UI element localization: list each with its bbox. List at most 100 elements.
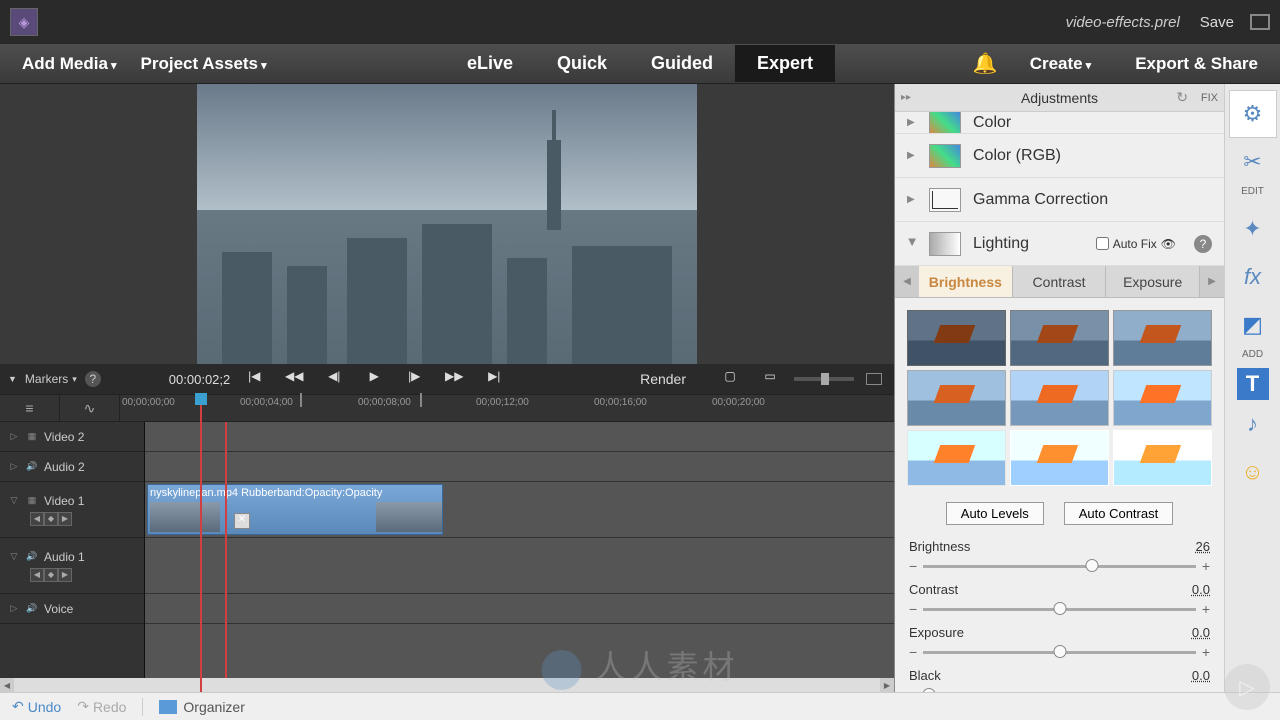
track-lane-voice[interactable] — [145, 594, 894, 624]
auto-contrast-button[interactable]: Auto Contrast — [1064, 502, 1174, 525]
fx-star-icon[interactable]: ✦ — [1229, 205, 1277, 253]
fx-badge-icon[interactable]: ✕ — [234, 513, 250, 529]
auto-fix-checkbox[interactable]: Auto Fix 👁 — [1096, 237, 1176, 251]
timeline-tool-sliders-icon[interactable]: ≡ — [0, 395, 60, 421]
brightness-slider[interactable] — [923, 565, 1196, 568]
redo-button[interactable]: ↷ Redo — [77, 698, 126, 715]
export-share-button[interactable]: Export & Share — [1123, 54, 1270, 74]
adjust-tool-icon[interactable]: ⚙ — [1229, 90, 1277, 138]
keyframe-prev-icon[interactable]: ◀ — [30, 568, 44, 582]
keyframe-prev-icon[interactable]: ◀ — [30, 512, 44, 526]
black-value[interactable]: 0.0 — [1192, 668, 1210, 683]
step-forward-icon[interactable]: |▶ — [402, 369, 426, 389]
track-header-audio1[interactable]: ▽ 🔊 Audio 1 ◀ ◆ ▶ — [0, 538, 144, 594]
help-icon[interactable]: ? — [1194, 235, 1212, 253]
panel-collapse-icon[interactable]: ▸▸ — [901, 92, 911, 103]
track-header-audio2[interactable]: ▷ 🔊 Audio 2 — [0, 452, 144, 482]
next-frame-icon[interactable]: ▶▶ — [442, 369, 466, 389]
sub-tab-exposure[interactable]: Exposure — [1106, 266, 1200, 297]
track-header-video1[interactable]: ▽ ▦ Video 1 ◀ ◆ ▶ — [0, 482, 144, 538]
fullframe-icon[interactable] — [866, 373, 882, 385]
track-header-voice[interactable]: ▷ 🔊 Voice — [0, 594, 144, 624]
preset-thumb[interactable] — [1010, 430, 1109, 486]
safe-margins-icon[interactable]: ▢ — [718, 369, 742, 389]
keyframe-next-icon[interactable]: ▶ — [58, 512, 72, 526]
project-assets-menu[interactable]: Project Assets — [129, 54, 279, 74]
preset-thumb[interactable] — [1010, 310, 1109, 366]
timeline-scrollbar[interactable]: ◀ ▶ — [0, 678, 894, 692]
collapse-icon[interactable]: ▷ — [8, 461, 20, 473]
markers-dropdown[interactable]: Markers ▾ — [25, 372, 77, 386]
play-overlay-icon[interactable]: ▷ — [1224, 664, 1270, 710]
fullscreen-icon[interactable] — [1250, 14, 1270, 30]
timeline-tool-waveform-icon[interactable]: ∿ — [60, 395, 120, 421]
collapse-icon[interactable]: ▽ — [8, 495, 20, 507]
step-back-icon[interactable]: ◀| — [322, 369, 346, 389]
play-icon[interactable]: ▶ — [362, 369, 386, 389]
tab-quick[interactable]: Quick — [535, 45, 629, 82]
graphics-icon[interactable]: ☺ — [1229, 448, 1277, 496]
reset-icon[interactable]: ↻ — [1176, 89, 1188, 106]
increase-icon[interactable]: + — [1202, 644, 1210, 660]
preset-thumb[interactable] — [907, 370, 1006, 426]
track-lane-video2[interactable] — [145, 422, 894, 452]
category-color-rgb[interactable]: ▶ Color (RGB) — [895, 134, 1224, 178]
undo-button[interactable]: ↶ Undo — [12, 698, 61, 715]
help-icon[interactable]: ? — [85, 371, 101, 387]
decrease-icon[interactable]: − — [909, 644, 917, 660]
markers-chevron-icon[interactable]: ▼ — [8, 374, 17, 384]
tools-icon[interactable]: ✂ — [1229, 138, 1277, 186]
create-menu[interactable]: Create — [1018, 54, 1104, 74]
preset-thumb[interactable] — [907, 430, 1006, 486]
fix-button[interactable]: FIX — [1201, 92, 1218, 104]
increase-icon[interactable]: + — [1202, 601, 1210, 617]
collapse-icon[interactable]: ▷ — [8, 603, 20, 615]
tab-guided[interactable]: Guided — [629, 45, 735, 82]
collapse-icon[interactable]: ▷ — [8, 431, 20, 443]
collapse-icon[interactable]: ▽ — [8, 551, 20, 563]
zoom-slider[interactable] — [794, 377, 854, 381]
split-view-icon[interactable]: ▭ — [758, 369, 782, 389]
timeline-ruler[interactable]: 00;00;00;00 00;00;04;00 00;00;08;00 00;0… — [120, 395, 894, 421]
keyframe-add-icon[interactable]: ◆ — [44, 512, 58, 526]
goto-start-icon[interactable]: |◀ — [242, 369, 266, 389]
track-lane-audio1[interactable] — [145, 538, 894, 594]
video-preview[interactable] — [197, 84, 697, 364]
transitions-icon[interactable]: ◩ — [1229, 301, 1277, 349]
add-media-menu[interactable]: Add Media — [10, 54, 129, 74]
contrast-value[interactable]: 0.0 — [1192, 582, 1210, 597]
keyframe-add-icon[interactable]: ◆ — [44, 568, 58, 582]
render-button[interactable]: Render — [640, 371, 686, 387]
sub-tab-contrast[interactable]: Contrast — [1013, 266, 1107, 297]
playhead-handle-icon[interactable] — [195, 393, 207, 405]
playhead[interactable] — [200, 395, 202, 692]
track-lane-video1[interactable]: nyskylinepan.mp4 Rubberband:Opacity:Opac… — [145, 482, 894, 538]
tab-scroll-left-icon[interactable]: ◀ — [895, 266, 919, 297]
eye-icon[interactable]: 👁 — [1161, 237, 1176, 251]
tab-scroll-right-icon[interactable]: ▶ — [1200, 266, 1224, 297]
preset-thumb[interactable] — [1113, 370, 1212, 426]
tab-expert[interactable]: Expert — [735, 45, 835, 82]
scroll-right-icon[interactable]: ▶ — [880, 678, 894, 692]
fx-icon[interactable]: fx — [1229, 253, 1277, 301]
track-lane-audio2[interactable] — [145, 452, 894, 482]
category-gamma[interactable]: ▶ Gamma Correction — [895, 178, 1224, 222]
decrease-icon[interactable]: − — [909, 601, 917, 617]
track-header-video2[interactable]: ▷ ▦ Video 2 — [0, 422, 144, 452]
tab-elive[interactable]: eLive — [445, 45, 535, 82]
goto-end-icon[interactable]: ▶| — [482, 369, 506, 389]
preset-thumb[interactable] — [1113, 430, 1212, 486]
exposure-value[interactable]: 0.0 — [1192, 625, 1210, 640]
preset-thumb[interactable] — [1113, 310, 1212, 366]
preset-thumb[interactable] — [907, 310, 1006, 366]
save-button[interactable]: Save — [1200, 14, 1234, 31]
brightness-value[interactable]: 26 — [1196, 539, 1210, 554]
preset-thumb[interactable] — [1010, 370, 1109, 426]
increase-icon[interactable]: + — [1202, 558, 1210, 574]
keyframe-next-icon[interactable]: ▶ — [58, 568, 72, 582]
contrast-slider[interactable] — [923, 608, 1196, 611]
music-icon[interactable]: ♪ — [1229, 400, 1277, 448]
timecode-display[interactable]: 00:00:02;2 — [169, 372, 230, 387]
scroll-left-icon[interactable]: ◀ — [0, 678, 14, 692]
auto-levels-button[interactable]: Auto Levels — [946, 502, 1044, 525]
